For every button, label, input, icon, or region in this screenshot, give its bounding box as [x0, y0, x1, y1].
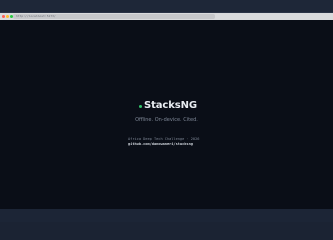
window-controls — [2, 15, 13, 18]
desktop-background-bottom — [0, 209, 333, 222]
brand-logo: StacksNG — [139, 100, 197, 112]
desktop-background-top — [0, 0, 333, 12]
brand-name: StacksNG — [144, 100, 198, 111]
browser-window: http://localhost:5173/ StacksNG Offline.… — [0, 12, 333, 209]
tagline: Offline. On-device. Cited. — [135, 117, 198, 123]
browser-toolbar: http://localhost:5173/ — [0, 13, 333, 20]
credit-block: Africa Deep Tech Challenge · 2026 github… — [128, 137, 199, 147]
status-dot-icon — [139, 104, 142, 108]
repo-link[interactable]: github.com/danowaneri/stacksng — [128, 142, 199, 147]
address-bar[interactable]: http://localhost:5173/ — [13, 14, 215, 19]
close-window-button[interactable] — [2, 15, 5, 18]
page-content: StacksNG Offline. On-device. Cited. Afri… — [0, 20, 333, 209]
minimize-window-button[interactable] — [6, 15, 9, 18]
